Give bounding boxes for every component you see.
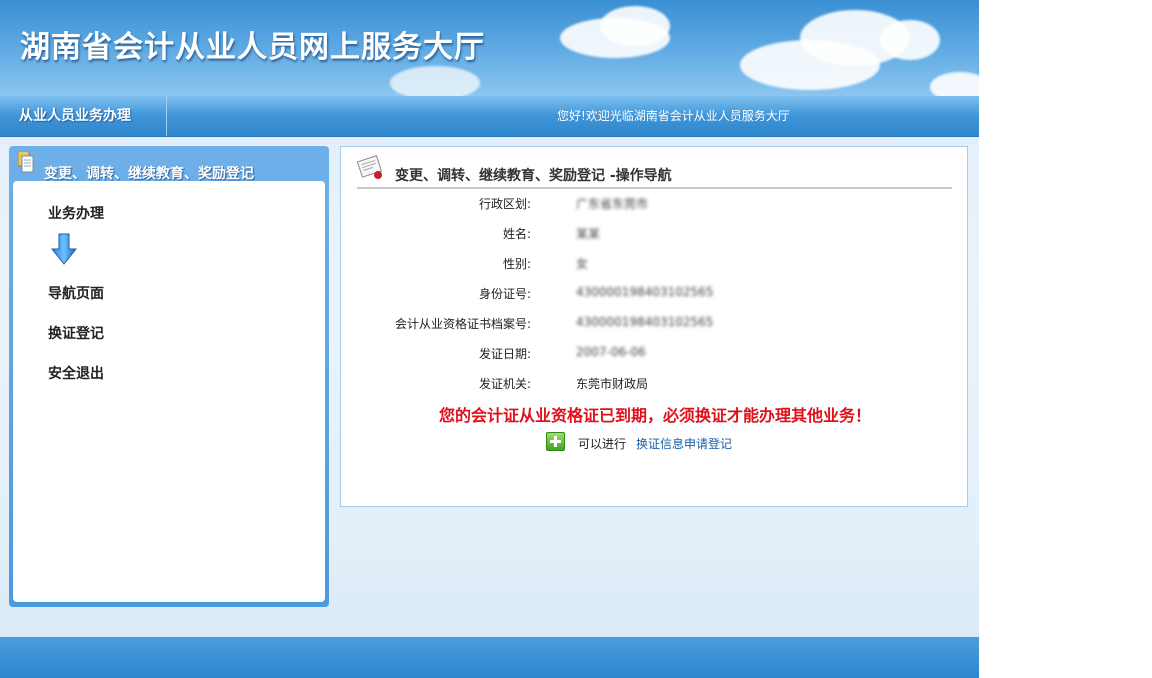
- banner: 湖南省会计从业人员网上服务大厅: [0, 0, 979, 96]
- renewal-application-link[interactable]: 换证信息申请登记: [636, 435, 732, 452]
- down-arrow-icon: [51, 233, 77, 265]
- field-label-issuing-authority: 发证机关:: [478, 377, 531, 391]
- sidebar-item-logout[interactable]: 安全退出: [48, 363, 104, 383]
- cloud-decoration: [880, 20, 940, 60]
- sidebar-item-business[interactable]: 业务办理: [48, 203, 104, 223]
- cloud-decoration: [930, 72, 979, 96]
- plus-icon[interactable]: [546, 432, 565, 451]
- field-label-issue-date: 发证日期:: [478, 347, 531, 361]
- field-value-certificate-number: 430000198403102565: [576, 315, 714, 329]
- document-stack-icon: [18, 151, 34, 173]
- main-panel: 变更、调转、继续教育、奖励登记 -操作导航 行政区划: 广东省东莞市 姓名: 某…: [340, 146, 968, 507]
- nav-section-title: 从业人员业务办理: [0, 96, 167, 136]
- field-value-name: 某某: [576, 227, 601, 241]
- footer-bar: [0, 637, 979, 678]
- field-value-gender: 女: [576, 257, 589, 271]
- sidebar-header: 变更、调转、继续教育、奖励登记: [9, 146, 329, 182]
- field-value-region: 广东省东莞市: [576, 197, 649, 211]
- sidebar-item-renewal[interactable]: 换证登记: [48, 323, 104, 343]
- sidebar-menu: 业务办理 导航页面 换证登记 安全退出: [13, 181, 325, 602]
- nav-bar: 从业人员业务办理 您好!欢迎光临湖南省会计从业人员服务大厅: [0, 96, 979, 137]
- sidebar-item-navigation[interactable]: 导航页面: [48, 283, 104, 303]
- field-label-certificate-number: 会计从业资格证书档案号:: [394, 317, 531, 331]
- sidebar-header-title: 变更、调转、继续教育、奖励登记: [44, 166, 254, 182]
- expiry-warning: 您的会计证从业资格证已到期，必须换证才能办理其他业务！: [438, 406, 871, 425]
- page-frame: 湖南省会计从业人员网上服务大厅 从业人员业务办理 您好!欢迎光临湖南省会计从业人…: [0, 0, 979, 678]
- certificate-icon: [357, 155, 383, 179]
- field-value-issue-date: 2007-06-06: [576, 345, 646, 359]
- main-title: 变更、调转、继续教育、奖励登记 -操作导航: [395, 168, 672, 184]
- main-header: 变更、调转、继续教育、奖励登记 -操作导航: [357, 155, 952, 189]
- action-prefix: 可以进行: [578, 437, 627, 451]
- field-value-id-number: 430000198403102565: [576, 285, 714, 299]
- field-label-region: 行政区划:: [478, 197, 531, 211]
- sidebar: 变更、调转、继续教育、奖励登记 业务办理 导航页面 换证登记 安全退出: [9, 146, 329, 607]
- site-title: 湖南省会计从业人员网上服务大厅: [20, 30, 485, 65]
- field-label-gender: 性别:: [502, 257, 531, 271]
- field-label-name: 姓名:: [502, 227, 531, 241]
- field-label-id-number: 身份证号:: [478, 287, 531, 301]
- cloud-decoration: [600, 6, 670, 46]
- cloud-decoration: [390, 66, 480, 96]
- welcome-text: 您好!欢迎光临湖南省会计从业人员服务大厅: [557, 109, 790, 123]
- field-value-issuing-authority: 东莞市财政局: [576, 377, 649, 391]
